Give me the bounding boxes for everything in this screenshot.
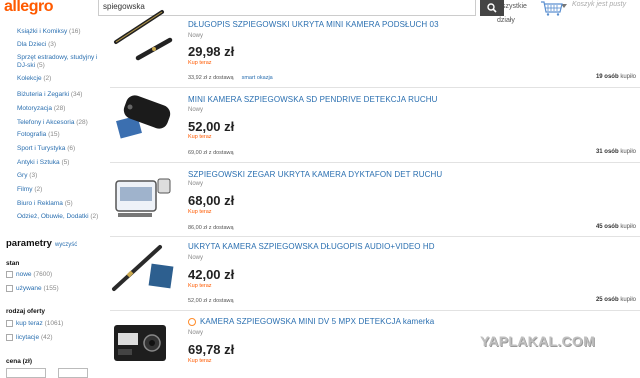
mini-dv-camera-image[interactable] bbox=[110, 319, 176, 375]
sidebar-category[interactable]: Sprzęt estradowy, studyjny i DJ-ski (5) bbox=[17, 54, 103, 70]
listing-buyers: 25 osób kupiło bbox=[595, 297, 636, 303]
sidebar-category[interactable]: Odzież, Obuwie, Dodatki (2) bbox=[17, 213, 103, 221]
sidebar-category[interactable]: Kolekcje (2) bbox=[17, 75, 103, 83]
listing-item[interactable]: MINI KAMERA SZPIEGOWSKA SD PENDRIVE DETE… bbox=[110, 88, 640, 163]
listing-title[interactable]: MINI KAMERA SZPIEGOWSKA SD PENDRIVE DETE… bbox=[188, 95, 438, 104]
listing-condition: Nowy bbox=[188, 107, 204, 113]
buy-now-label: Kup teraz bbox=[188, 134, 212, 140]
listing-buyers: 31 osób kupiło bbox=[595, 149, 636, 155]
pendrive-camera-image[interactable] bbox=[110, 94, 176, 150]
listing-title[interactable]: DŁUGOPIS SZPIEGOWSKI UKRYTA MINI KAMERA … bbox=[188, 20, 439, 29]
clock-camera-image[interactable] bbox=[110, 171, 176, 227]
price-max-input[interactable] bbox=[58, 368, 88, 378]
checkbox[interactable] bbox=[6, 334, 13, 341]
listing-price: 52,00 zł bbox=[188, 119, 235, 134]
clear-filters-link[interactable]: wyczyść bbox=[55, 242, 77, 248]
listing-condition: Nowy bbox=[188, 330, 204, 336]
listing-price: 29,98 zł bbox=[188, 44, 235, 59]
listing-condition: Nowy bbox=[188, 33, 204, 39]
listing-shipping: 33,92 zł z dostawą smart okazja bbox=[188, 75, 273, 81]
listing-item[interactable]: SZPIEGOWSKI ZEGAR UKRYTA KAMERA DYKTAFON… bbox=[110, 163, 640, 237]
listing-buyers: 19 osób kupiło bbox=[595, 74, 636, 80]
filter-kup-teraz[interactable]: kup teraz (1061) bbox=[6, 320, 63, 327]
listing-shipping: 86,00 zł z dostawą bbox=[188, 225, 234, 231]
sidebar-category[interactable]: Motoryzacja (28) bbox=[17, 105, 103, 113]
stan-heading: stan bbox=[6, 260, 20, 267]
listing-title[interactable]: UKRYTA KAMERA SZPIEGOWSKA DŁUGOPIS AUDIO… bbox=[188, 242, 435, 251]
checkbox[interactable] bbox=[6, 271, 13, 278]
sidebar-category[interactable]: Biuro i Reklama (5) bbox=[17, 200, 103, 208]
buy-now-label: Kup teraz bbox=[188, 209, 212, 215]
sidebar-category[interactable]: Dla Dzieci (3) bbox=[17, 41, 103, 49]
sidebar-category[interactable]: Biżuteria i Zegarki (34) bbox=[17, 91, 103, 99]
filter-uzywane[interactable]: używane (155) bbox=[6, 285, 59, 292]
pen-camera-image[interactable] bbox=[110, 241, 176, 297]
buy-now-label: Kup teraz bbox=[188, 60, 212, 66]
sidebar-category[interactable]: Książki i Komiksy (16) bbox=[17, 28, 103, 36]
params-heading: parametry wyczyść bbox=[6, 238, 78, 249]
listing-item[interactable]: DŁUGOPIS SZPIEGOWSKI UKRYTA MINI KAMERA … bbox=[110, 0, 640, 88]
listing-shipping: 69,00 zł z dostawą bbox=[188, 150, 234, 156]
listing-price: 69,78 zł bbox=[188, 342, 235, 357]
sidebar-category[interactable]: Sport i Turystyka (6) bbox=[17, 145, 103, 153]
listing-shipping: 52,00 zł z dostawą bbox=[188, 298, 234, 304]
watermark: YAPLAKAL.COM bbox=[480, 333, 596, 349]
pen-camera-image[interactable] bbox=[110, 8, 176, 64]
buy-now-label: Kup teraz bbox=[188, 358, 212, 364]
sidebar-category[interactable]: Telefony i Akcesoria (28) bbox=[17, 119, 103, 127]
checkbox[interactable] bbox=[6, 285, 13, 292]
sidebar-category[interactable]: Gry (3) bbox=[17, 172, 103, 180]
listing-condition: Nowy bbox=[188, 181, 204, 187]
checkbox[interactable] bbox=[6, 320, 13, 327]
listing-item[interactable]: UKRYTA KAMERA SZPIEGOWSKA DŁUGOPIS AUDIO… bbox=[110, 237, 640, 311]
promo-icon bbox=[188, 318, 196, 326]
listing-buyers: 45 osób kupiło bbox=[595, 224, 636, 230]
listing-price: 68,00 zł bbox=[188, 193, 235, 208]
filter-licytacje[interactable]: licytacje (42) bbox=[6, 334, 53, 341]
listing-condition: Nowy bbox=[188, 255, 204, 261]
buy-now-label: Kup teraz bbox=[188, 283, 212, 289]
sidebar: Książki i Komiksy (16) Dla Dzieci (3) Sp… bbox=[0, 24, 110, 372]
price-heading: cena (zł) bbox=[6, 358, 33, 365]
listing-price: 42,00 zł bbox=[188, 267, 235, 282]
smart-badge: smart okazja bbox=[241, 75, 273, 81]
listing-title[interactable]: SZPIEGOWSKI ZEGAR UKRYTA KAMERA DYKTAFON… bbox=[188, 170, 442, 179]
allegro-logo[interactable]: allegro bbox=[4, 0, 53, 16]
sidebar-category[interactable]: Filmy (2) bbox=[17, 186, 103, 194]
filter-nowe[interactable]: nowe (7600) bbox=[6, 271, 52, 278]
price-min-input[interactable] bbox=[6, 368, 46, 378]
sidebar-category[interactable]: Antyki i Sztuka (5) bbox=[17, 159, 103, 167]
listing-title[interactable]: KAMERA SZPIEGOWSKA MINI DV 5 MPX DETEKCJ… bbox=[200, 317, 434, 326]
offer-type-heading: rodzaj oferty bbox=[6, 308, 46, 315]
sidebar-category[interactable]: Fotografia (15) bbox=[17, 131, 103, 139]
